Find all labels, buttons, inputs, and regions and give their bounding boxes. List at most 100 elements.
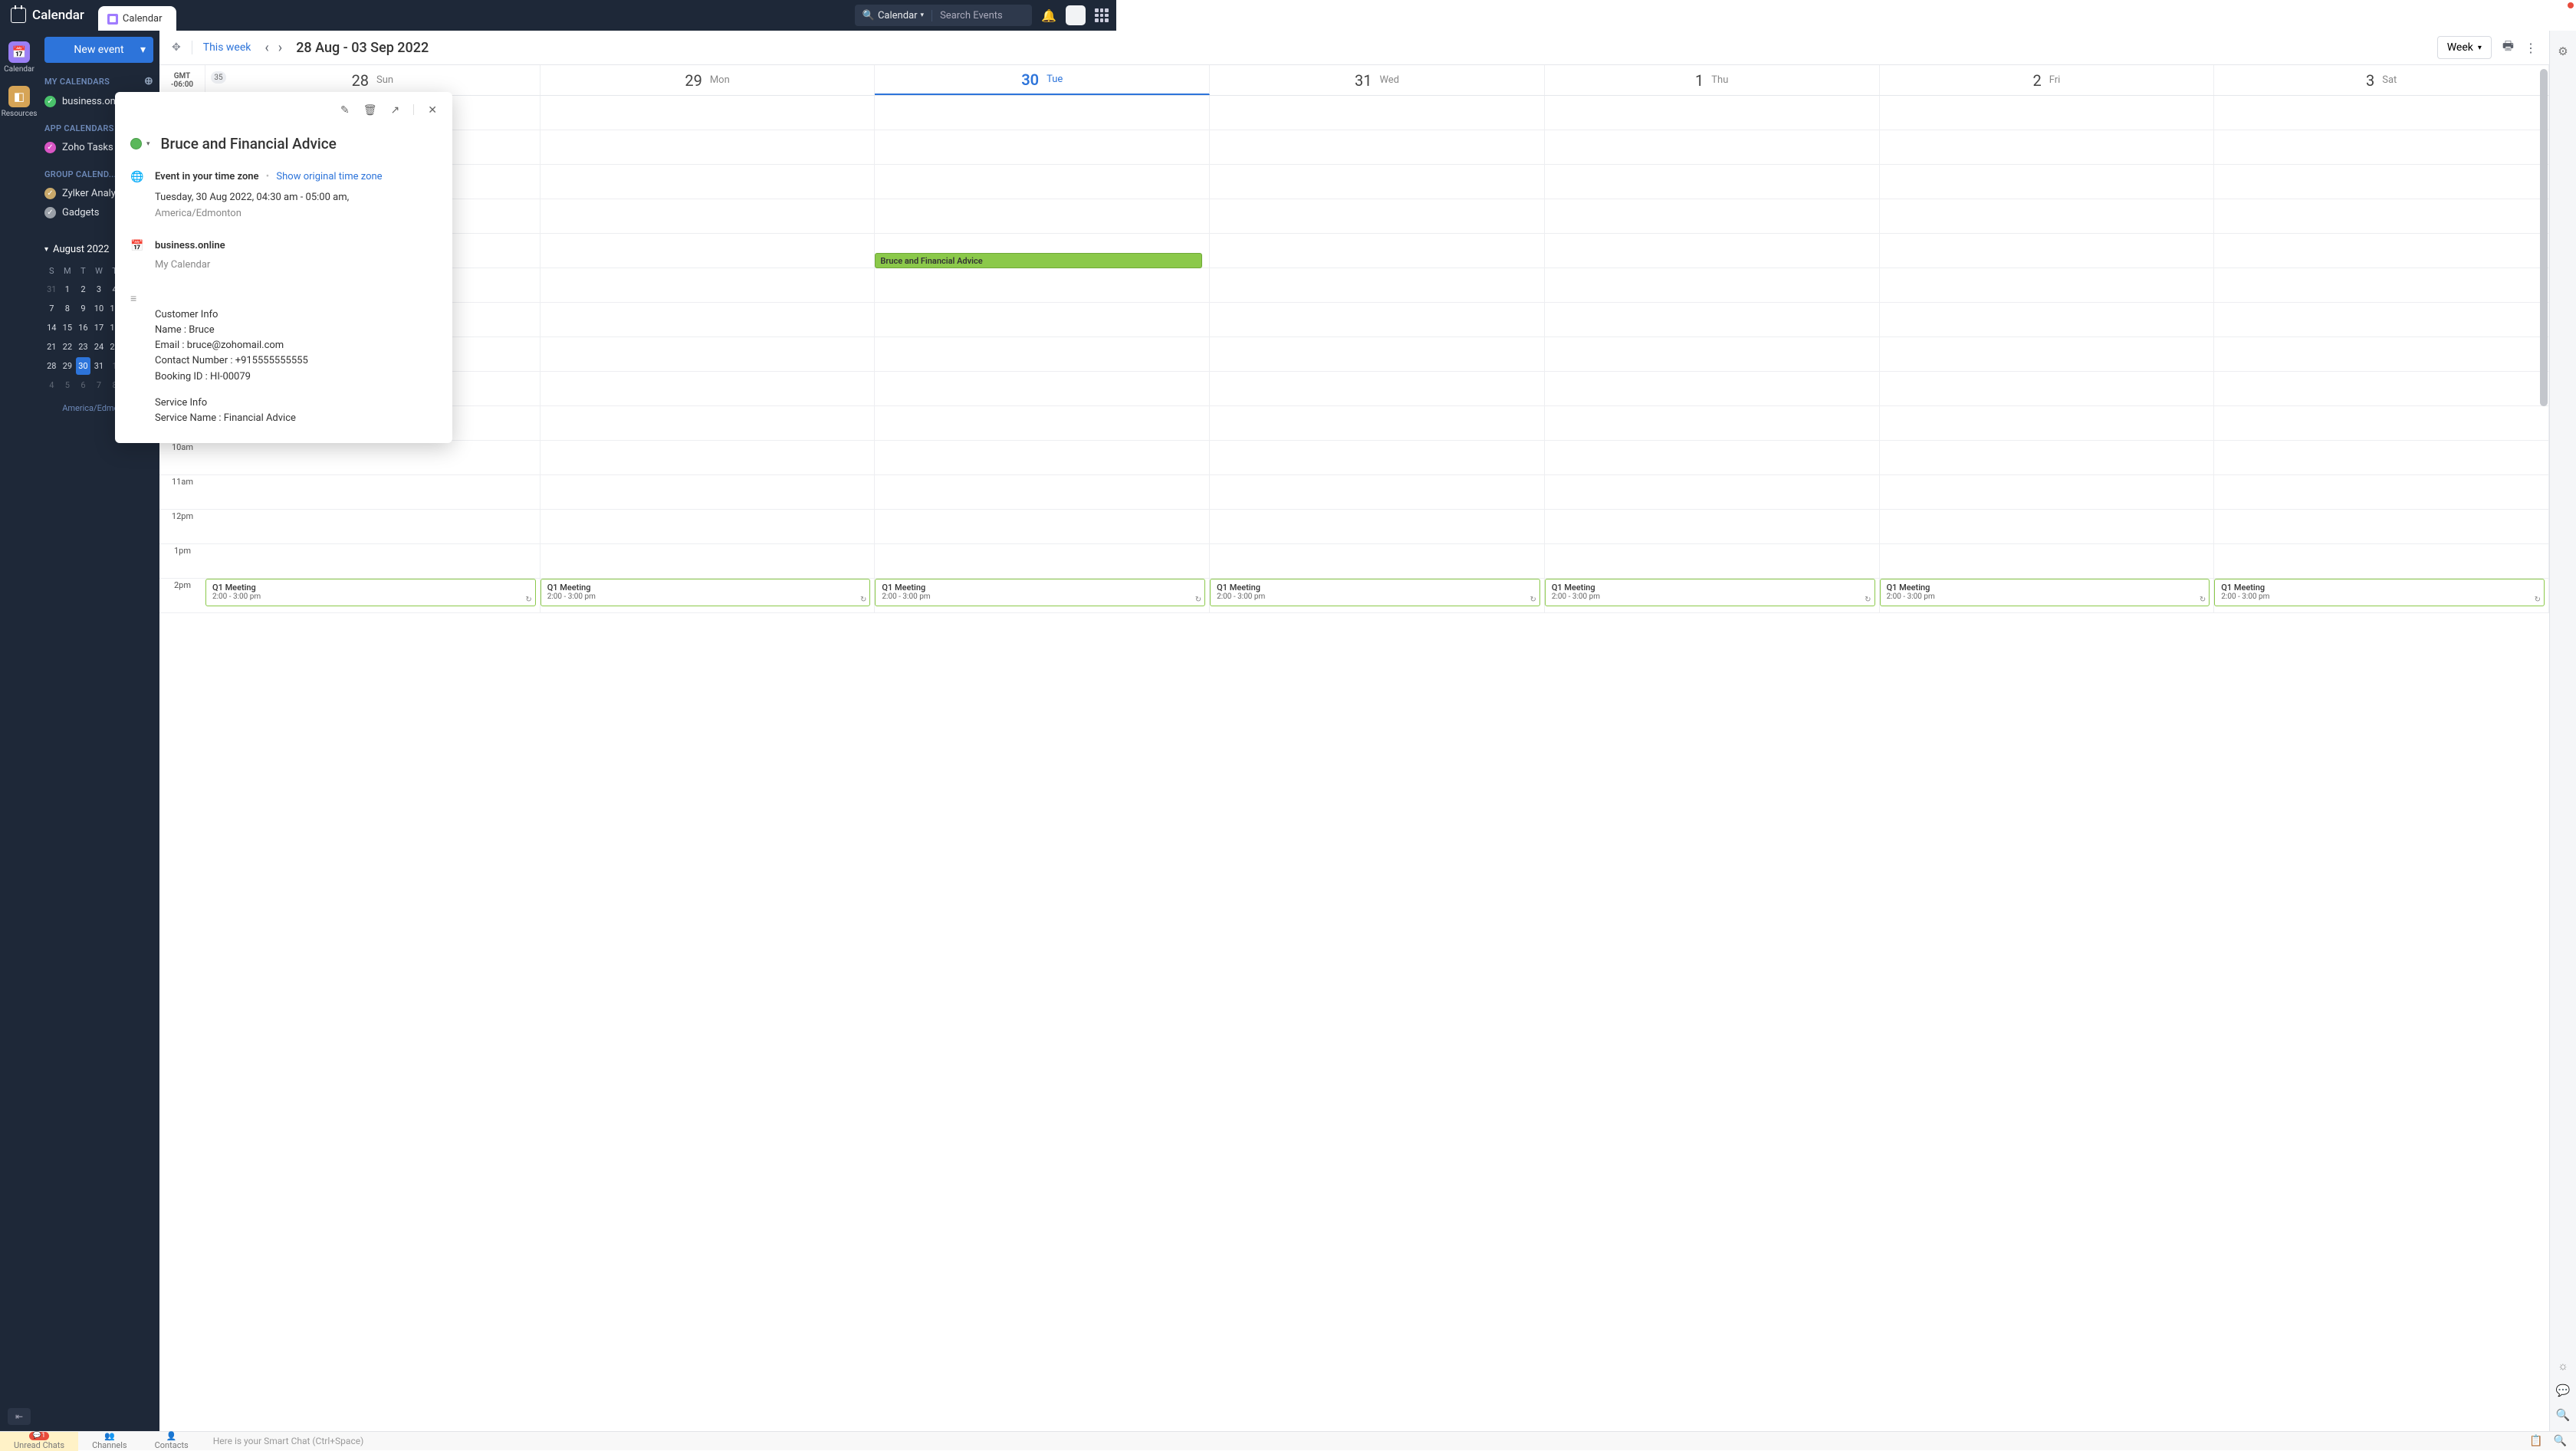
view-selector[interactable]: Week ▾	[2437, 36, 2492, 59]
time-cell[interactable]	[1545, 268, 1879, 303]
mini-day[interactable]: 1	[61, 281, 75, 298]
time-cell[interactable]	[540, 96, 875, 130]
time-cell[interactable]	[2214, 96, 2548, 130]
time-cell[interactable]	[1545, 475, 1879, 510]
time-cell[interactable]	[1210, 268, 1544, 303]
time-cell[interactable]	[2214, 130, 2548, 165]
search-scope-selector[interactable]: 🔍 Calendar ▾	[855, 10, 932, 21]
time-cell[interactable]	[2214, 441, 2548, 475]
time-cell[interactable]	[540, 544, 875, 579]
collapse-sidebar-button[interactable]: ⇤	[8, 1408, 31, 1425]
time-cell[interactable]	[1210, 96, 1544, 130]
time-cell[interactable]	[1545, 96, 1879, 130]
time-cell[interactable]	[1880, 199, 2214, 234]
notifications-icon[interactable]: 🔔	[1041, 8, 1056, 23]
chat-icon[interactable]: 💬	[2556, 1384, 2571, 1397]
time-cell[interactable]	[875, 372, 1209, 406]
time-cell[interactable]	[1545, 130, 1879, 165]
unread-chats-tab[interactable]: 💬1 Unread Chats	[0, 1432, 78, 1451]
time-cell[interactable]	[540, 406, 875, 441]
time-cell[interactable]	[1210, 475, 1544, 510]
mini-day[interactable]: 9	[76, 300, 90, 317]
time-cell[interactable]	[1210, 406, 1544, 441]
time-cell[interactable]	[1880, 268, 2214, 303]
time-cell[interactable]	[1880, 544, 2214, 579]
time-cell[interactable]	[540, 199, 875, 234]
time-cell[interactable]	[1545, 165, 1879, 199]
rail-calendar[interactable]: 📅 Calendar	[0, 37, 38, 78]
show-original-tz-link[interactable]: Show original time zone	[276, 171, 382, 182]
new-event-button[interactable]: New event ▾	[44, 37, 153, 63]
time-cell[interactable]	[540, 441, 875, 475]
mini-day[interactable]: 5	[61, 376, 75, 394]
time-cell[interactable]	[1545, 303, 1879, 337]
time-cell[interactable]	[540, 268, 875, 303]
time-cell[interactable]	[1880, 337, 2214, 372]
time-cell[interactable]	[540, 372, 875, 406]
this-week-button[interactable]: This week	[203, 41, 251, 54]
search-icon[interactable]: 🔍	[2554, 1435, 2567, 1447]
time-cell[interactable]	[1880, 234, 2214, 268]
day-header-cell[interactable]: 31Wed	[1210, 65, 1545, 95]
time-cell[interactable]	[875, 96, 1209, 130]
time-cell[interactable]	[205, 510, 540, 544]
mini-day[interactable]: 7	[92, 376, 107, 394]
time-cell[interactable]	[540, 475, 875, 510]
time-cell[interactable]	[2214, 475, 2548, 510]
time-cell[interactable]	[540, 234, 875, 268]
edit-button[interactable]: ✎	[340, 104, 350, 117]
time-grid[interactable]: 10am11am12pm1pm2pm Bruce and Financial A…	[159, 96, 2549, 1431]
time-cell[interactable]	[1545, 441, 1879, 475]
apps-grid-icon[interactable]	[1095, 8, 1109, 22]
time-cell[interactable]	[875, 303, 1209, 337]
mini-day[interactable]: 6	[76, 376, 90, 394]
mini-day[interactable]: 31	[92, 357, 107, 375]
event-q1-meeting[interactable]: Q1 Meeting2:00 - 3:00 pm↻	[1210, 579, 1540, 606]
mini-day[interactable]: 16	[76, 319, 90, 336]
time-cell[interactable]	[1545, 372, 1879, 406]
next-week-button[interactable]: ›	[275, 38, 285, 57]
day-header-cell[interactable]: 2Fri	[1880, 65, 2215, 95]
event-q1-meeting[interactable]: Q1 Meeting2:00 - 3:00 pm↻	[540, 579, 871, 606]
time-cell[interactable]	[875, 268, 1209, 303]
time-cell[interactable]	[1210, 234, 1544, 268]
mini-day[interactable]: 24	[92, 338, 107, 356]
time-cell[interactable]	[1210, 337, 1544, 372]
time-cell[interactable]	[875, 441, 1209, 475]
time-cell[interactable]	[1210, 165, 1544, 199]
mini-day[interactable]: 17	[92, 319, 107, 336]
time-cell[interactable]	[1545, 234, 1879, 268]
add-calendar-button[interactable]: ⊕	[144, 75, 153, 87]
time-cell[interactable]	[540, 303, 875, 337]
mini-day[interactable]: 31	[44, 281, 59, 298]
time-cell[interactable]	[1880, 96, 2214, 130]
time-cell[interactable]	[1210, 510, 1544, 544]
time-cell[interactable]	[540, 165, 875, 199]
mini-day[interactable]: 3	[92, 281, 107, 298]
time-cell[interactable]	[2214, 303, 2548, 337]
mini-day[interactable]: 10	[92, 300, 107, 317]
time-cell[interactable]	[1210, 441, 1544, 475]
time-cell[interactable]	[205, 475, 540, 510]
mini-day[interactable]: 29	[61, 357, 75, 375]
day-header-cell[interactable]: 30Tue	[875, 65, 1210, 95]
time-cell[interactable]	[2214, 337, 2548, 372]
mini-day[interactable]: 8	[61, 300, 75, 317]
mini-day[interactable]: 7	[44, 300, 59, 317]
time-cell[interactable]	[1545, 337, 1879, 372]
time-cell[interactable]	[2214, 510, 2548, 544]
time-cell[interactable]	[875, 475, 1209, 510]
time-cell[interactable]	[205, 544, 540, 579]
contacts-tab[interactable]: 👤 Contacts	[141, 1432, 202, 1450]
event-q1-meeting[interactable]: Q1 Meeting2:00 - 3:00 pm↻	[1880, 579, 2210, 606]
time-cell[interactable]	[205, 441, 540, 475]
avatar[interactable]	[1066, 5, 1086, 25]
time-cell[interactable]	[1880, 441, 2214, 475]
prev-week-button[interactable]: ‹	[261, 38, 271, 57]
time-cell[interactable]	[1880, 130, 2214, 165]
event-q1-meeting[interactable]: Q1 Meeting2:00 - 3:00 pm↻	[2214, 579, 2545, 606]
mini-day[interactable]: 15	[61, 319, 75, 336]
time-cell[interactable]	[875, 165, 1209, 199]
time-cell[interactable]	[1210, 130, 1544, 165]
close-button[interactable]: ✕	[428, 104, 437, 117]
